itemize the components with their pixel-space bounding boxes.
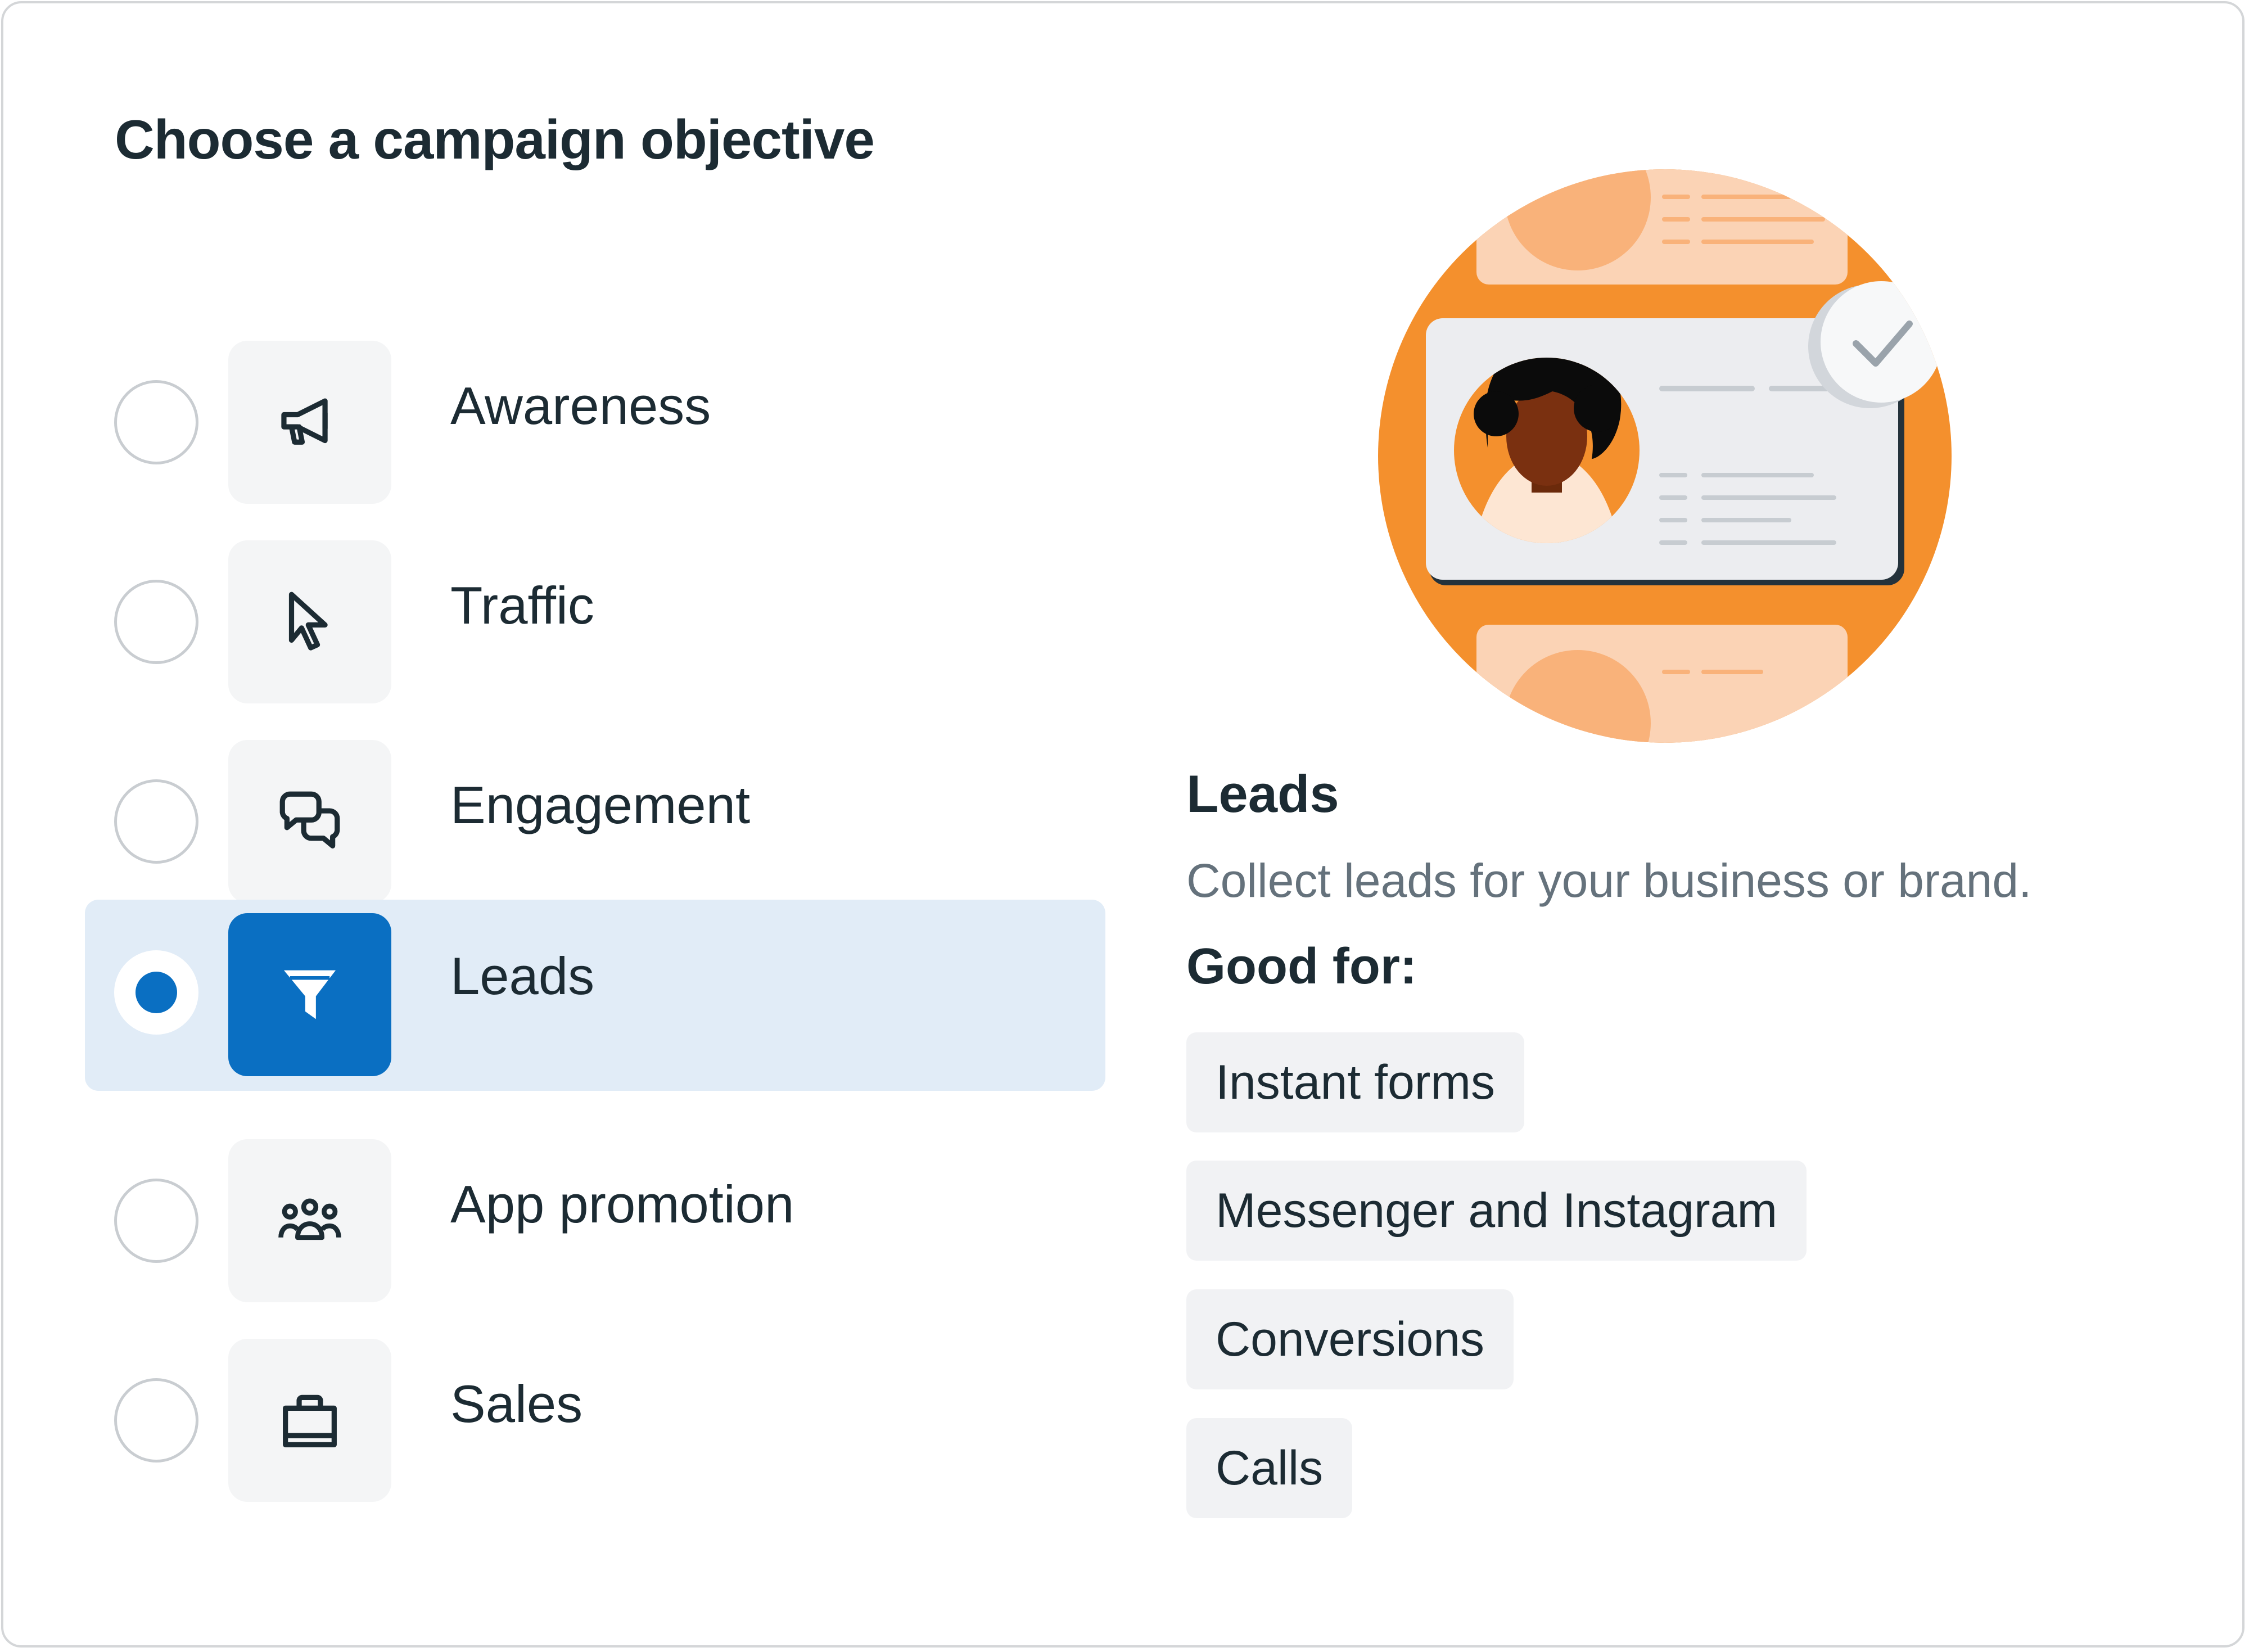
objective-option-awareness[interactable]: Awareness [85, 313, 1105, 504]
objective-label: Sales [450, 1374, 583, 1433]
tag-chip: Messenger and Instagram [1186, 1161, 1807, 1261]
objective-option-sales[interactable]: Sales [85, 1311, 1105, 1502]
tag-chip: Calls [1186, 1418, 1353, 1518]
cursor-icon [228, 540, 391, 703]
funnel-icon [228, 913, 391, 1076]
radio-leads[interactable] [114, 950, 198, 1035]
detail-description: Collect leads for your business or brand… [1186, 854, 2032, 907]
radio-engagement[interactable] [114, 779, 198, 864]
leads-illustration [1375, 166, 1954, 746]
tag-chip: Conversions [1186, 1289, 1514, 1389]
objective-option-app-promotion[interactable]: App promotion [85, 1111, 1105, 1302]
chat-bubbles-icon [228, 740, 391, 903]
shopping-bag-icon [228, 1339, 391, 1502]
radio-traffic[interactable] [114, 580, 198, 664]
objective-option-traffic[interactable]: Traffic [85, 512, 1105, 703]
objective-option-leads[interactable]: Leads [85, 900, 1105, 1091]
radio-sales[interactable] [114, 1378, 198, 1463]
campaign-objective-card: Choose a campaign objective Awareness Tr… [1, 1, 2245, 1648]
page-title: Choose a campaign objective [115, 109, 875, 170]
people-icon [228, 1139, 391, 1302]
objective-option-engagement[interactable]: Engagement [85, 712, 1105, 903]
detail-title: Leads [1186, 764, 1339, 823]
tag-chip: Instant forms [1186, 1032, 1525, 1132]
radio-awareness[interactable] [114, 380, 198, 464]
objective-label: Traffic [450, 576, 594, 635]
objective-label: Awareness [450, 376, 711, 435]
objective-label: App promotion [450, 1175, 794, 1234]
objective-label: Leads [450, 946, 595, 1005]
objective-label: Engagement [450, 775, 751, 834]
good-for-label: Good for: [1186, 938, 1417, 995]
radio-dot [136, 972, 177, 1013]
radio-app-promotion[interactable] [114, 1179, 198, 1263]
megaphone-icon [228, 341, 391, 504]
